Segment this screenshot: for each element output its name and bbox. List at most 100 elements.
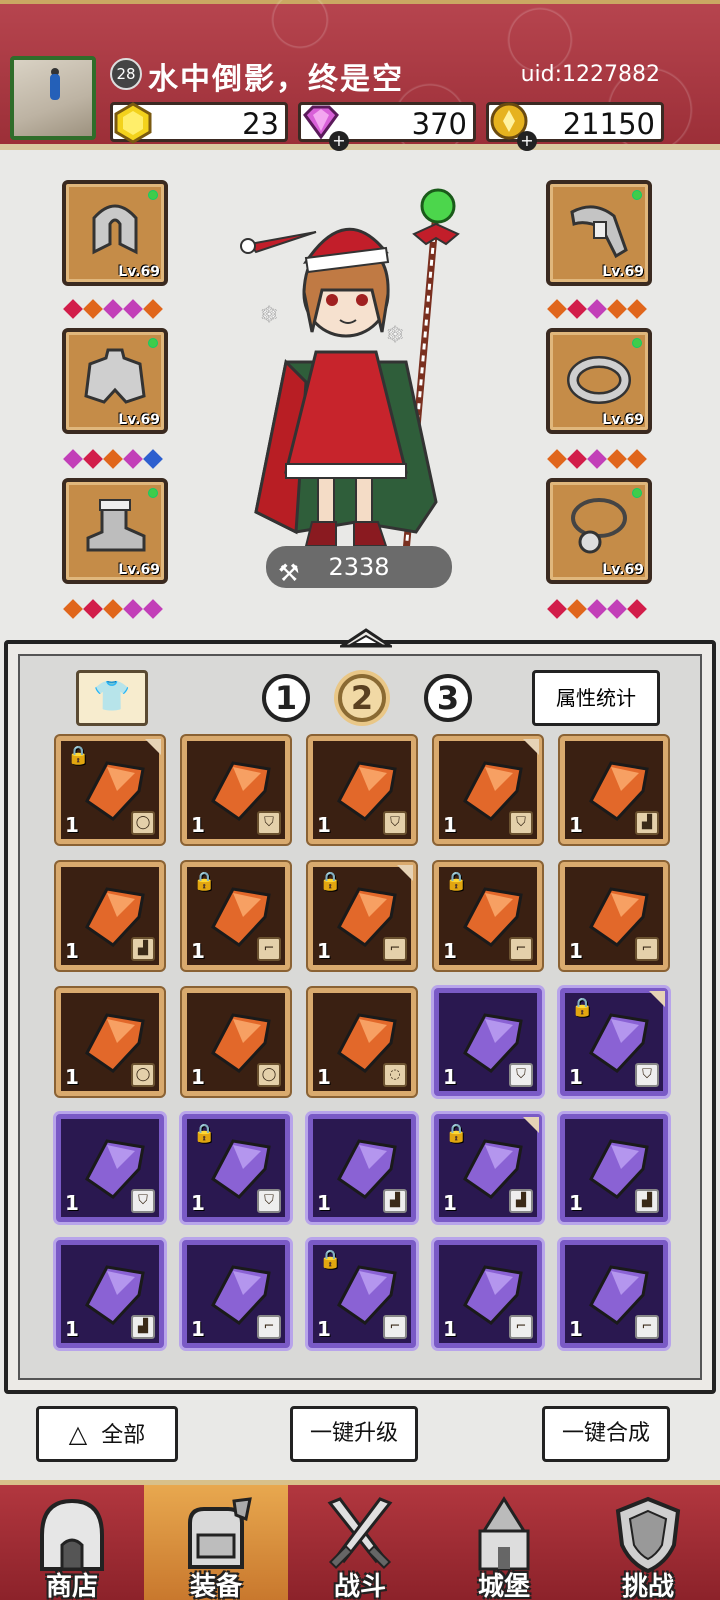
equip-slot-ring[interactable]: Lv.69 [546, 328, 652, 434]
cape-type-icon: ⛉ [257, 1189, 281, 1213]
necklace-type-icon: ◌ [383, 1063, 407, 1087]
nav-label: 战斗 [333, 1572, 386, 1600]
gem-row-necklace [547, 599, 647, 619]
cape-type-icon: ⛉ [509, 811, 533, 835]
gem-row-hood [63, 299, 163, 319]
nav-label: 商店 [45, 1572, 98, 1600]
inventory-item[interactable]: 🔒 1 ⌐ [182, 862, 290, 970]
hero-character-illustration[interactable]: ❄ ❄ [236, 182, 466, 562]
item-quantity: 1 [569, 1065, 583, 1089]
inventory-item[interactable]: 1 ▟ [56, 862, 164, 970]
item-quantity: 1 [317, 813, 331, 837]
inventory-item[interactable]: 1 ⛉ [56, 1114, 164, 1222]
gem-row-boot [63, 599, 163, 619]
inventory-item[interactable]: 1 ⛉ [434, 736, 542, 844]
inventory-item[interactable]: 1 ⛉ [182, 736, 290, 844]
shirt-icon: 👕 [93, 679, 131, 714]
page-tab-2[interactable]: 2 [338, 674, 386, 722]
gem-row-bracer [547, 299, 647, 319]
inventory-item[interactable]: 1 ⌐ [560, 1240, 668, 1348]
item-quantity: 1 [317, 1065, 331, 1089]
cape-type-icon: ⛉ [131, 1189, 155, 1213]
item-quantity: 1 [569, 939, 583, 963]
bracer-type-icon: ⌐ [509, 937, 533, 961]
inventory-item[interactable]: 1 ▟ [56, 1240, 164, 1348]
page-tab-3[interactable]: 3 [424, 674, 472, 722]
inventory-item[interactable]: 🔒 1 ⛉ [182, 1114, 290, 1222]
equipment-category-tab[interactable]: 👕 [76, 670, 148, 726]
nav-equipment[interactable]: 装备 [144, 1485, 288, 1600]
inventory-item[interactable]: 1 ⛉ [434, 988, 542, 1096]
filter-all-button[interactable]: △ 全部 [36, 1406, 178, 1462]
equip-slot-hood[interactable]: Lv.69 [62, 180, 168, 286]
gold-count: 21150 [562, 107, 655, 141]
equip-level: Lv.69 [118, 412, 160, 428]
equip-slot-bracer[interactable]: Lv.69 [546, 180, 652, 286]
nav-label: 挑战 [621, 1572, 674, 1600]
inventory-item[interactable]: 🔒 1 ⌐ [308, 1240, 416, 1348]
inventory-item[interactable]: 1 ◌ [308, 988, 416, 1096]
inventory-item[interactable]: 1 ⌐ [560, 862, 668, 970]
item-quantity: 1 [443, 813, 457, 837]
upgrade-all-button[interactable]: 一键升级 [290, 1406, 418, 1462]
resource-diamond[interactable]: + 370 [298, 102, 476, 151]
inventory-item[interactable]: 1 ⛉ [308, 736, 416, 844]
item-quantity: 1 [569, 813, 583, 837]
inventory-item[interactable]: 🔒 1 ⛉ [560, 988, 668, 1096]
cape-type-icon: ⛉ [509, 1063, 533, 1087]
attribute-stats-button[interactable]: 属性统计 [532, 670, 660, 726]
equip-slot-necklace[interactable]: Lv.69 [546, 478, 652, 584]
swords-icon [327, 1497, 393, 1570]
inventory-item[interactable]: 🔒 1 ▟ [434, 1114, 542, 1222]
boot-type-icon: ▟ [131, 1315, 155, 1339]
cape-type-icon: ⛉ [635, 1063, 659, 1087]
nav-shop[interactable]: 商店 [0, 1485, 144, 1600]
inventory-item[interactable]: 1 ◯ [56, 988, 164, 1096]
lock-icon: 🔒 [445, 871, 468, 892]
cape-type-icon: ⛉ [383, 811, 407, 835]
resource-yellow-gem[interactable]: 23 [110, 102, 288, 144]
item-quantity: 1 [65, 1317, 79, 1341]
add-gold-button[interactable]: + [517, 131, 537, 151]
inventory-item[interactable]: 1 ▟ [560, 1114, 668, 1222]
nav-challenge[interactable]: 挑战 [576, 1485, 720, 1600]
item-quantity: 1 [443, 939, 457, 963]
gem-row-cape [63, 449, 163, 469]
item-quantity: 1 [443, 1065, 457, 1089]
svg-text:❄: ❄ [386, 323, 404, 348]
new-item-corner [523, 1117, 539, 1133]
player-avatar[interactable] [10, 56, 96, 140]
boot-type-icon: ▟ [383, 1189, 407, 1213]
resource-gold[interactable]: + 21150 [486, 102, 664, 151]
lock-icon: 🔒 [445, 1123, 468, 1144]
new-item-corner [649, 991, 665, 1007]
lock-icon: 🔒 [319, 1249, 342, 1270]
necklace-icon [571, 498, 627, 554]
item-quantity: 1 [191, 1317, 205, 1341]
new-item-corner [145, 739, 161, 755]
merge-all-button[interactable]: 一键合成 [542, 1406, 670, 1462]
equip-slot-boot[interactable]: Lv.69 [62, 478, 168, 584]
nav-battle[interactable]: 战斗 [288, 1485, 432, 1600]
inventory-item[interactable]: 🔒 1 ⌐ [308, 862, 416, 970]
inventory-item[interactable]: 🔒 1 ⌐ [434, 862, 542, 970]
shield-icon [615, 1496, 681, 1574]
hero-equipment-area: Lv.69 Lv.69 Lv.69 Lv.69 Lv.69 Lv.69 ❄ ❄ … [0, 156, 720, 626]
lock-icon: 🔒 [67, 745, 90, 766]
inventory-inner-frame: 👕 1 2 3 属性统计 🔒 1 ◯ 1 ⛉ 1 ⛉ 1 ⛉ 1 ▟ 1 ▟ 🔒 1 ⌐ 🔒 1 ⌐ 🔒 1 ⌐ 1 ⌐ 1 ◯ 1… [18, 654, 702, 1380]
inventory-item[interactable]: 1 ⌐ [434, 1240, 542, 1348]
equip-ready-dot [148, 190, 158, 200]
inventory-grid: 🔒 1 ◯ 1 ⛉ 1 ⛉ 1 ⛉ 1 ▟ 1 ▟ 🔒 1 ⌐ 🔒 1 ⌐ 🔒 1 ⌐ 1 ⌐ 1 ◯ 1 ◯ 1 ◌ 1 ⛉ 🔒 1 ⛉ 1 ⛉ 🔒 1 ⛉… [56, 736, 696, 1370]
inventory-item[interactable]: 1 ◯ [182, 988, 290, 1096]
equip-slot-cape[interactable]: Lv.69 [62, 328, 168, 434]
add-diamond-button[interactable]: + [329, 131, 349, 151]
inventory-item[interactable]: 🔒 1 ◯ [56, 736, 164, 844]
nav-label: 装备 [189, 1572, 242, 1600]
inventory-item[interactable]: 1 ▟ [308, 1114, 416, 1222]
inventory-item[interactable]: 1 ⌐ [182, 1240, 290, 1348]
inventory-item[interactable]: 1 ▟ [560, 736, 668, 844]
nav-castle[interactable]: 城堡 [432, 1485, 576, 1600]
combat-power-value: 2338 [328, 553, 390, 581]
bracer-type-icon: ⌐ [257, 1315, 281, 1339]
page-tab-1[interactable]: 1 [262, 674, 310, 722]
